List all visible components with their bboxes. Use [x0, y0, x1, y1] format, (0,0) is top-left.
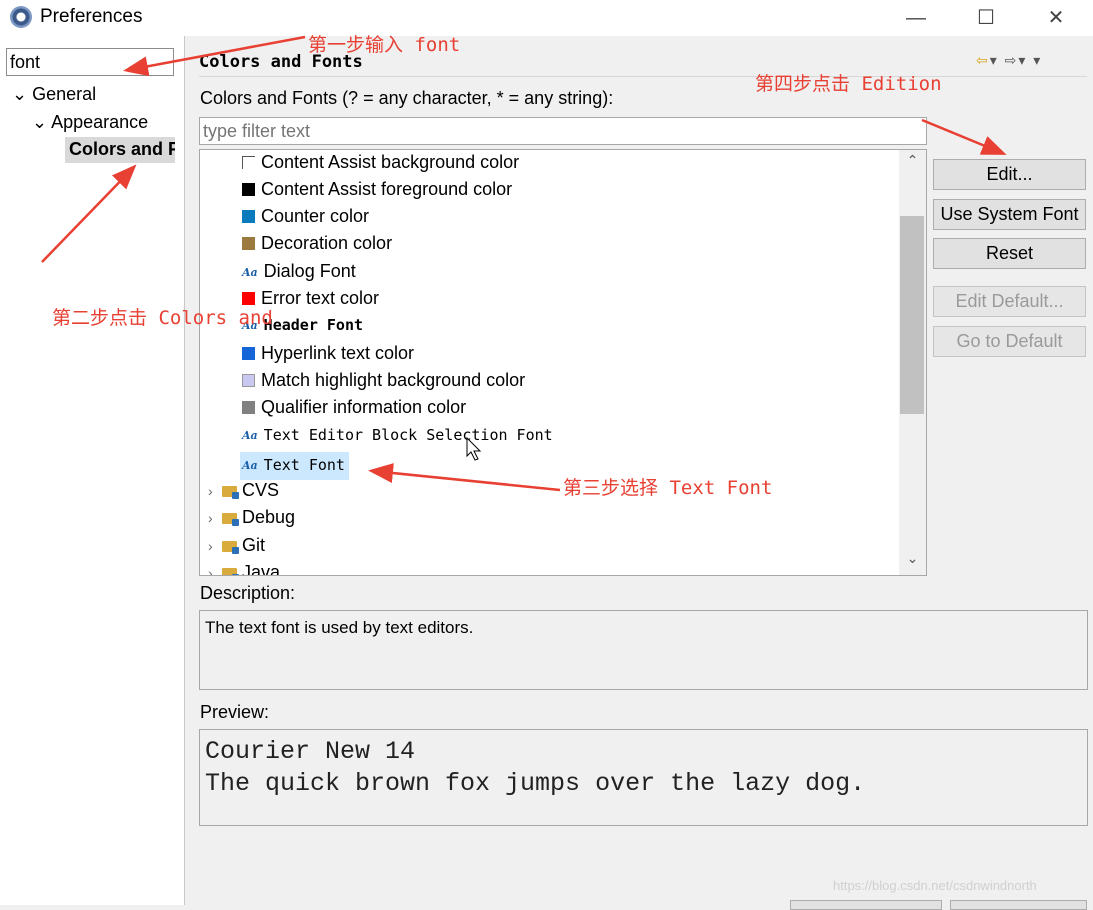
list-label: Colors and Fonts (? = any character, * =…	[200, 88, 614, 108]
font-preview: Courier New 14 The quick brown fox jumps…	[199, 729, 1088, 826]
list-item[interactable]: Content Assist background color	[242, 152, 519, 179]
list-item[interactable]: Decoration color	[242, 233, 392, 260]
edit-default-button[interactable]: Edit Default...	[933, 286, 1086, 317]
description-text: The text font is used by text editors.	[199, 610, 1088, 690]
chevron-down-icon[interactable]: ⌄	[12, 84, 32, 104]
tree-item-colors-and-fonts[interactable]: Colors and Fonts	[65, 137, 175, 163]
preferences-filter-input[interactable]	[6, 48, 174, 76]
annotation-step3: 第三步选择 Text Font	[563, 477, 773, 499]
preferences-tree-pane	[0, 36, 185, 905]
chevron-right-icon[interactable]: ›	[208, 538, 222, 554]
category-item[interactable]: › CVS	[208, 480, 279, 507]
color-swatch-icon	[242, 210, 255, 223]
tree-item-appearance[interactable]: ⌄ Appearance	[32, 112, 148, 133]
chevron-up-icon[interactable]: ⌃	[899, 152, 926, 176]
go-to-default-button[interactable]: Go to Default	[933, 326, 1086, 357]
color-swatch-icon	[242, 183, 255, 196]
header-divider	[199, 76, 1087, 77]
chevron-down-icon[interactable]: ⌄	[32, 112, 51, 132]
color-swatch-icon	[242, 156, 255, 169]
window-title: Preferences	[40, 6, 143, 27]
colors-fonts-tree[interactable]: Content Assist background color Content …	[199, 149, 927, 576]
list-item[interactable]: Hyperlink text color	[242, 343, 414, 370]
annotation-step2: 第二步点击 Colors and	[52, 307, 273, 329]
description-label: Description:	[200, 583, 296, 603]
tree-item-general[interactable]: ⌄ General	[12, 84, 96, 105]
folder-icon	[222, 513, 239, 526]
preview-label: Preview:	[200, 702, 270, 722]
folder-icon	[222, 486, 239, 499]
type-filter-input[interactable]	[199, 117, 927, 145]
back-arrow-icon[interactable]: ⇦	[976, 52, 990, 68]
eclipse-icon	[10, 6, 32, 28]
font-icon: Aa	[242, 459, 258, 472]
list-item[interactable]: Content Assist foreground color	[242, 179, 512, 206]
list-item[interactable]: Qualifier information color	[242, 397, 466, 424]
font-icon: Aa	[242, 266, 258, 279]
chevron-down-icon[interactable]: ⌄	[899, 550, 926, 574]
maximize-button[interactable]: ☐	[966, 4, 1006, 32]
list-item[interactable]: Match highlight background color	[242, 370, 525, 397]
color-swatch-icon	[242, 401, 255, 414]
list-item-selected[interactable]: Aa Text Font	[240, 452, 349, 480]
folder-icon	[222, 568, 239, 575]
list-item[interactable]: Aa Dialog Font	[242, 261, 356, 288]
edit-button[interactable]: Edit...	[933, 159, 1086, 190]
category-item[interactable]: › Debug	[208, 507, 295, 534]
close-button[interactable]: ✕	[1036, 4, 1076, 32]
watermark: https://blog.csdn.net/csdnwindnorth	[833, 878, 1037, 893]
use-system-font-button[interactable]: Use System Font	[933, 199, 1086, 230]
folder-icon	[222, 541, 239, 554]
apply-and-close-button[interactable]	[790, 900, 942, 910]
color-swatch-icon	[242, 347, 255, 360]
chevron-right-icon[interactable]: ›	[208, 510, 222, 526]
chevron-right-icon[interactable]: ›	[208, 483, 222, 499]
font-icon: Aa	[242, 429, 258, 442]
history-navigation[interactable]: ⇦▾ ⇨▾ ▾	[976, 52, 1042, 69]
annotation-step1: 第一步输入 font	[308, 34, 461, 56]
scrollbar-thumb[interactable]	[900, 216, 924, 414]
category-item[interactable]: › Java	[208, 562, 280, 575]
reset-button[interactable]: Reset	[933, 238, 1086, 269]
category-item[interactable]: › Git	[208, 535, 265, 562]
color-swatch-icon	[242, 237, 255, 250]
tree-item-label: General	[32, 84, 97, 104]
tree-item-label: Appearance	[51, 112, 149, 132]
annotation-step4: 第四步点击 Edition	[755, 73, 942, 95]
list-item[interactable]: Counter color	[242, 206, 369, 233]
chevron-right-icon[interactable]: ›	[208, 565, 222, 575]
list-item[interactable]: Aa Text Editor Block Selection Font	[242, 426, 553, 453]
cancel-button[interactable]	[950, 900, 1087, 910]
forward-arrow-icon[interactable]: ⇨	[1005, 52, 1019, 68]
color-swatch-icon	[242, 374, 255, 387]
minimize-button[interactable]: —	[896, 4, 936, 32]
